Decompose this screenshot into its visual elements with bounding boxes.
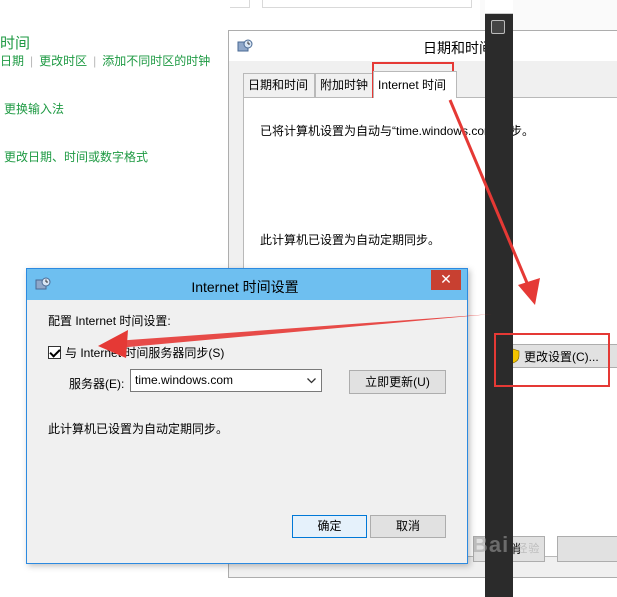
bg-link-add-clock[interactable]: 添加不同时区的时钟 [102,52,210,69]
background-dark-strip [485,0,513,597]
close-icon: ✕ [440,271,452,287]
datetime-apply-button[interactable] [557,536,617,562]
auto-sync-text: 此计算机已设置为自动定期同步。 [260,233,441,247]
sync-row: 与 Internet 时间服务器同步(S) [48,344,224,361]
sync-checkbox-label[interactable]: 与 Internet 时间服务器同步(S) [65,344,224,361]
cancel-button[interactable]: 取消 [370,515,446,538]
highlight-change-settings [494,333,610,387]
bg-link-change-timezone[interactable]: 更改时区 [39,52,87,69]
bg-link-date[interactable]: 日期 [0,52,24,69]
server-select-value: time.windows.com [135,373,234,387]
top-input-right [262,0,472,8]
bg-heading: 时间 [0,35,31,52]
bg-link-row: 日期 | 更改时区 | 添加不同时区的时钟 [0,52,211,69]
tab-internet-time[interactable]: Internet 时间 [373,71,457,98]
tab-additional-clocks[interactable]: 附加时钟 [315,73,373,97]
internet-dialog-body: 配置 Internet 时间设置: 与 Internet 时间服务器同步(S) … [27,300,467,564]
chevron-down-icon[interactable] [305,370,317,391]
bg-link-change-format[interactable]: 更改日期、时间或数字格式 [4,148,148,165]
auto-sync-status: 此计算机已设置为自动定期同步。 [48,422,229,436]
bg-link-change-input[interactable]: 更换输入法 [4,100,64,117]
config-label: 配置 Internet 时间设置: [48,314,171,328]
internet-dialog-titlebar: Internet 时间设置 ✕ [27,269,467,300]
internet-dialog-title: Internet 时间设置 [191,279,299,295]
server-label: 服务器(E): [69,377,125,391]
ok-button[interactable]: 确定 [292,515,367,538]
datetime-window-title: 日期和时间 [423,40,493,56]
tab-date-time[interactable]: 日期和时间 [243,73,315,97]
internet-time-dialog: Internet 时间设置 ✕ 配置 Internet 时间设置: 与 Inte… [26,268,468,564]
sync-checkbox[interactable] [48,346,61,359]
update-now-button[interactable]: 立即更新(U) [349,370,446,394]
server-select[interactable]: time.windows.com [130,369,322,392]
datetime-titlebar: 日期和时间 [229,31,617,61]
baidu-watermark: Bai 经验 [472,532,541,557]
close-button[interactable]: ✕ [431,270,461,290]
strip-icon [491,20,505,34]
